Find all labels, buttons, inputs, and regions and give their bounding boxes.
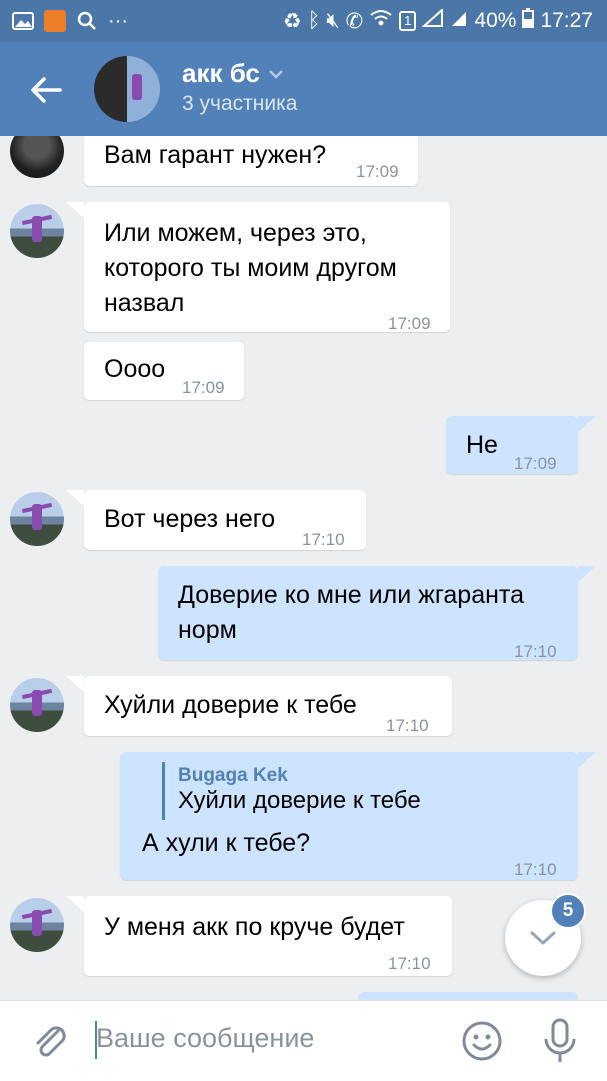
message-text: Хуйли доверие к тебе [104, 691, 357, 719]
chevron-down-icon [269, 69, 283, 79]
message-text: Доверие ко мне или жгаранта норм [178, 581, 524, 644]
message-text: Оооо [104, 355, 166, 383]
bubble-tail [578, 752, 596, 768]
microphone-icon [544, 1018, 576, 1062]
message-time: 17:10 [514, 642, 557, 661]
chat-title: акк бс [182, 58, 260, 88]
chat-subtitle: 3 участника [182, 92, 298, 115]
attach-button[interactable] [28, 1019, 72, 1063]
signal-icon [421, 7, 444, 33]
paperclip-icon [36, 1026, 66, 1057]
message-text: У меня акк по круче будет [104, 913, 405, 941]
emoji-button[interactable] [460, 1019, 504, 1063]
message-text: Вот через него [104, 505, 276, 533]
smiley-icon [462, 1021, 502, 1061]
bubble-tail [66, 490, 84, 506]
sim-badge: 1 [399, 11, 417, 31]
message-time: 17:10 [388, 954, 431, 973]
message-bubble-outgoing[interactable] [358, 992, 578, 1000]
avatar[interactable] [10, 492, 64, 546]
chat-title-button[interactable]: акк бс [182, 58, 284, 89]
status-bar: ··· ♻ ᛒ 🔇︎ ✆ 1 40% 17:27 [0, 0, 607, 42]
message-bubble[interactable]: Вам гарант нужен? 17:09 [84, 136, 418, 186]
odnoklassniki-icon [44, 10, 66, 32]
message-text: Не [466, 431, 498, 459]
avatar[interactable] [10, 898, 64, 952]
bubble-tail [578, 416, 596, 432]
reply-quote-bar [162, 762, 165, 820]
wifi-icon [369, 9, 393, 33]
message-bubble[interactable]: Оооо 17:09 [84, 342, 244, 400]
back-button[interactable] [22, 66, 70, 114]
more-notifications-icon: ··· [108, 9, 128, 32]
voice-message-button[interactable] [540, 1017, 580, 1065]
back-arrow-icon [31, 77, 62, 103]
message-bubble-outgoing[interactable]: Доверие ко мне или жгаранта норм 17:10 [158, 566, 578, 661]
message-time: 17:09 [182, 378, 225, 397]
message-input[interactable]: Ваше сообщение [96, 1023, 314, 1054]
unread-count-badge: 5 [550, 893, 586, 929]
recycle-icon: ♻ [282, 9, 302, 33]
message-text: А хули к тебе? [142, 829, 311, 857]
bubble-tail [66, 676, 84, 692]
chevron-down-icon [530, 931, 556, 945]
message-bubble[interactable]: Хуйли доверие к тебе 17:10 [84, 676, 452, 736]
message-bubble[interactable]: У меня акк по круче будет 17:10 [84, 896, 452, 976]
search-icon [76, 11, 98, 30]
message-time: 17:09 [388, 314, 431, 333]
clock: 17:27 [540, 9, 593, 32]
message-composer: Ваше сообщение [0, 1000, 607, 1081]
message-bubble[interactable]: Вот через него 17:10 [84, 490, 366, 550]
message-time: 17:10 [514, 860, 557, 879]
gallery-icon [12, 12, 34, 30]
message-bubble-outgoing-reply[interactable]: Bugaga Kek Хуйли доверие к тебе А хули к… [120, 752, 578, 880]
message-text: Или можем, через это, которого ты моим д… [104, 219, 397, 317]
signal-icon-2 [450, 9, 468, 33]
message-bubble-outgoing[interactable]: Не 17:09 [446, 416, 578, 474]
avatar[interactable] [10, 136, 64, 178]
chat-avatar[interactable] [94, 56, 160, 122]
chat-header: акк бс 3 участника [0, 42, 607, 136]
message-list[interactable]: Вам гарант нужен? 17:09 Или можем, через… [0, 136, 607, 1000]
message-text: Вам гарант нужен? [104, 141, 327, 169]
wifi-call-icon: ✆ [345, 9, 364, 33]
message-time: 17:09 [356, 162, 399, 181]
avatar[interactable] [10, 678, 64, 732]
battery-icon [522, 8, 535, 34]
reply-text: Хуйли доверие к тебе [178, 787, 421, 814]
avatar[interactable] [10, 204, 64, 258]
message-time: 17:10 [302, 530, 345, 549]
message-time: 17:09 [514, 454, 557, 473]
message-bubble[interactable]: Или можем, через это, которого ты моим д… [84, 202, 450, 333]
battery-percent: 40% [474, 9, 517, 32]
mute-icon: 🔇︎ [326, 9, 340, 32]
bluetooth-icon: ᛒ [307, 9, 321, 32]
bubble-tail [66, 896, 84, 912]
message-time: 17:10 [386, 716, 429, 735]
bubble-tail [66, 202, 84, 218]
bubble-tail [578, 566, 596, 582]
